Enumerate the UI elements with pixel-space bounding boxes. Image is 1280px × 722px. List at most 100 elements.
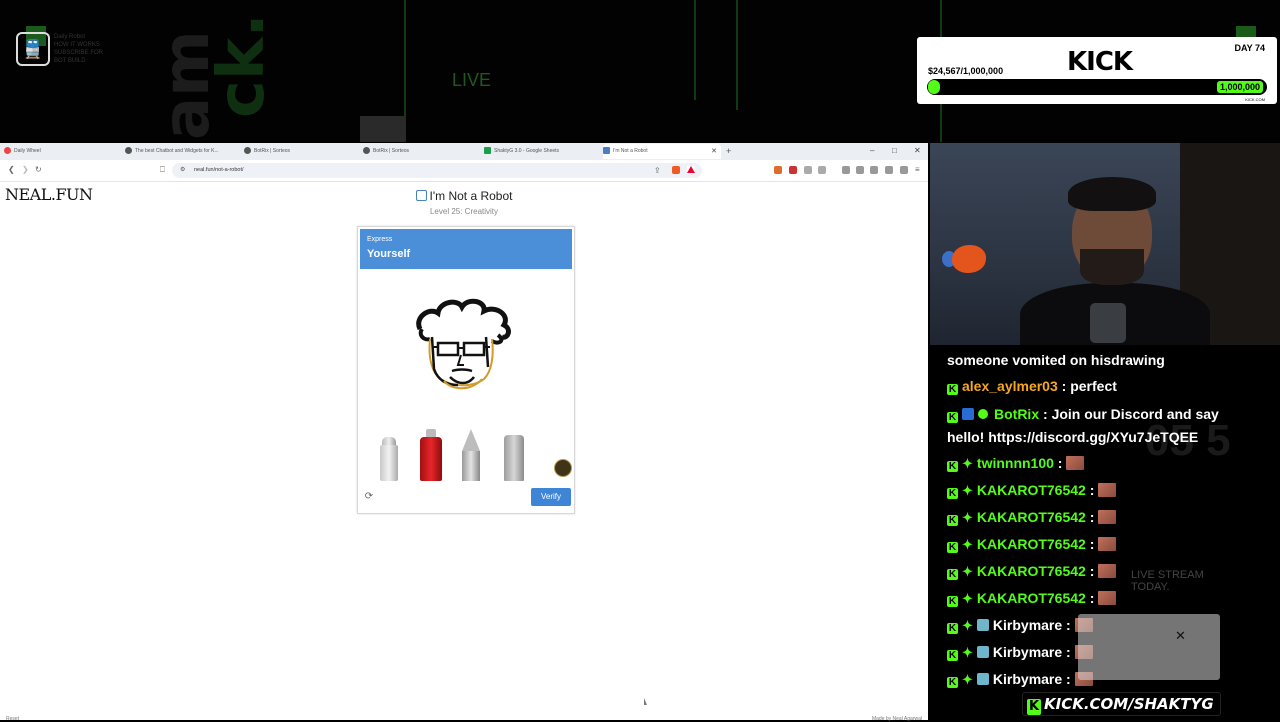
chat-username: KAKAROT76542 — [976, 590, 1086, 606]
chat-message: K ✦ KAKAROT76542 : — [947, 534, 1117, 555]
chat-username: KAKAROT76542 — [976, 482, 1086, 498]
tab-botrix-widgets[interactable]: The best Chatbot and Widgets for K... — [125, 144, 237, 159]
kick-badge-icon: K — [947, 488, 958, 499]
train-icon: 🚆 — [16, 32, 50, 66]
robot-icon — [603, 147, 610, 155]
chat-message: Kalex_aylmer03 : perfect — [947, 376, 1117, 396]
chat-text: : — [1062, 671, 1071, 687]
page-content: NEAL.FUN I'm Not a Robot Level 25: Creat… — [0, 182, 928, 722]
browser-window: Daily Wheel The best Chatbot and Widgets… — [0, 143, 928, 722]
subscriber-badge-icon: ✦ — [962, 537, 973, 552]
chat-emote — [1098, 510, 1117, 524]
chat-emote — [1098, 483, 1117, 497]
chat-username: alex_aylmer03 — [962, 378, 1058, 394]
url-text: neal.fun/not-a-robot/ — [194, 167, 244, 173]
subscriber-badge-icon: ✦ — [962, 564, 973, 579]
brave-shield-icon[interactable] — [672, 166, 680, 174]
chat-message: K ✦ Kirbymare : — [947, 642, 1093, 663]
bookmark-icon[interactable]: ⎕ — [160, 165, 165, 175]
page-title: I'm Not a Robot — [0, 189, 928, 203]
microphone — [1090, 303, 1126, 343]
sidebar-icon[interactable] — [856, 166, 864, 174]
goal-site: KICK.COM — [1245, 97, 1265, 102]
tab-botrix-sorteos[interactable]: BotRix | Sorteos — [244, 144, 356, 159]
tab-not-a-robot[interactable]: I'm Not a Robot ✕ — [603, 144, 721, 159]
media-icon[interactable] — [842, 166, 850, 174]
brush-tool[interactable] — [380, 435, 398, 481]
chat-username: Kirbymare — [992, 617, 1063, 633]
leo-icon[interactable] — [885, 166, 893, 174]
chat-message: K ✦ KAKAROT76542 : — [947, 480, 1117, 501]
forward-icon[interactable]: ❯ — [22, 165, 29, 175]
reload-icon[interactable]: ↻ — [35, 165, 42, 175]
site-icon — [244, 147, 251, 155]
kick-goal-widget: KICK DAY 74 $24,567/1,000,000 1,000,000 … — [917, 37, 1277, 104]
kick-badge-icon: K — [947, 569, 958, 580]
chrome-icon — [4, 147, 11, 155]
close-window-button[interactable]: ✕ — [914, 145, 921, 157]
overlay-panel — [1078, 614, 1220, 680]
chat-message: someone vomited on hisdrawing — [947, 350, 1165, 370]
marker-tool[interactable] — [504, 435, 524, 481]
tab-daily-wheel[interactable]: Daily Wheel — [4, 144, 122, 159]
site-icon — [125, 147, 132, 155]
captcha-header-big: Yourself — [367, 248, 411, 260]
vpn-icon[interactable] — [900, 166, 908, 174]
channel-url: K KICK.COM/SHAKTYG — [1022, 692, 1221, 716]
pencil-tool[interactable] — [462, 429, 480, 481]
new-tab-button[interactable]: + — [726, 144, 731, 159]
webcam-feed — [930, 143, 1280, 345]
tab-close-icon[interactable]: ✕ — [711, 144, 717, 159]
tab-botrix-sorteos-2[interactable]: BotRix | Sorteos — [363, 144, 475, 159]
address-bar[interactable]: ⚙ neal.fun/not-a-robot/ ⇪ — [172, 163, 702, 178]
kick-badge-icon: K — [947, 542, 958, 553]
brave-rewards-icon[interactable] — [687, 166, 695, 173]
site-info-icon[interactable]: ⚙ — [180, 163, 185, 178]
kick-badge-icon: K — [947, 596, 958, 607]
chat-username: Kirbymare — [992, 644, 1063, 660]
share-icon[interactable]: ⇪ — [654, 166, 661, 176]
subscriber-badge-icon: ✦ — [962, 618, 973, 633]
sheets-icon — [484, 147, 491, 155]
color-picker[interactable] — [554, 459, 572, 477]
spray-can-tool[interactable] — [420, 429, 442, 481]
chat-username: KAKAROT76542 — [976, 563, 1086, 579]
chat-overlay: 05 5 someone vomited on hisdrawing Kalex_… — [930, 346, 1280, 720]
chat-text: : — [1085, 482, 1095, 498]
kick-icon: K — [1027, 699, 1041, 715]
kick-badge-icon: K — [947, 412, 958, 423]
refresh-icon[interactable]: ⟳ — [363, 491, 375, 503]
menu-icon[interactable]: ≡ — [915, 165, 920, 175]
chat-message: K ✦ Kirbymare : — [947, 615, 1093, 636]
bot-badge-icon — [962, 408, 974, 420]
minimize-button[interactable]: – — [870, 145, 874, 157]
chat-text: : — [1062, 617, 1071, 633]
chat-text: : — [1085, 563, 1095, 579]
extension-icon[interactable] — [804, 166, 812, 174]
gamer-badge-icon — [976, 619, 989, 631]
chat-message: K BotRix : Join our Discord and say hello… — [947, 403, 1237, 449]
goal-progress-fill — [928, 80, 940, 94]
verify-button[interactable]: Verify — [531, 488, 571, 506]
wallet-icon[interactable] — [870, 166, 878, 174]
reset-link[interactable]: Reset — [6, 716, 19, 722]
goal-amount: $24,567/1,000,000 — [928, 66, 1004, 76]
chat-username: BotRix — [994, 406, 1040, 422]
extension-icon[interactable] — [818, 166, 826, 174]
tab-google-sheets[interactable]: ShaktyG 3.0 - Google Sheets — [484, 144, 596, 159]
drawing-canvas[interactable] — [378, 289, 554, 439]
chat-text: someone vomited on hisdrawing — [947, 352, 1165, 368]
captcha-header: Express Yourself — [360, 229, 572, 269]
chat-emote — [1098, 564, 1117, 578]
chat-message: K ✦ KAKAROT76542 : — [947, 588, 1117, 609]
credit-link[interactable]: Made by Neal Agarwal — [872, 716, 922, 722]
kick-badge-icon: K — [947, 384, 958, 395]
chat-text: : — [1085, 509, 1095, 525]
extension-icon[interactable] — [774, 166, 782, 174]
back-icon[interactable]: ❮ — [8, 165, 15, 175]
maximize-button[interactable]: □ — [892, 145, 897, 157]
gamer-badge-icon — [976, 646, 989, 658]
chat-text: : — [1062, 644, 1071, 660]
extension-icon[interactable] — [789, 166, 797, 174]
chat-message: K ✦ Kirbymare : — [947, 669, 1093, 690]
